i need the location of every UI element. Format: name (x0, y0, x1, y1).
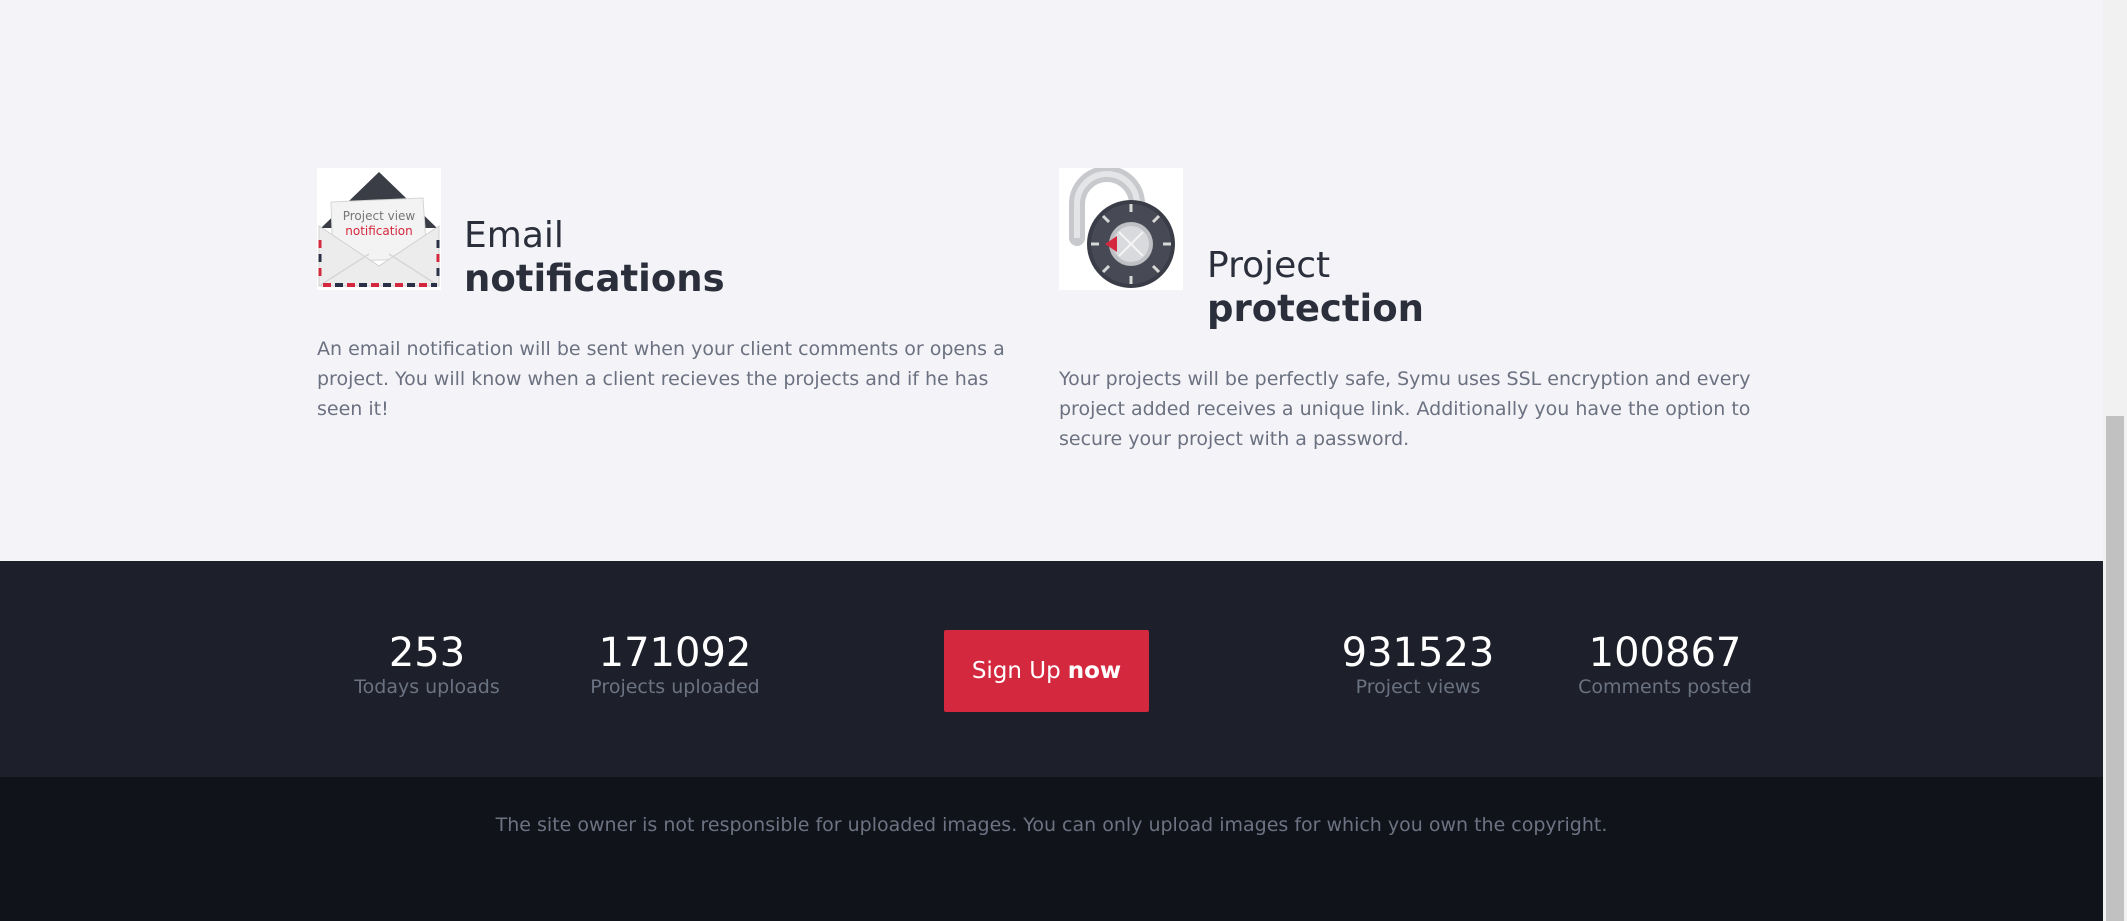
stat-label: Projects uploaded (590, 676, 760, 698)
stat-value: 253 (388, 630, 466, 676)
sign-up-button[interactable]: Sign Up now (944, 630, 1149, 712)
sign-up-label: Sign Up (971, 658, 1061, 684)
stat-label: Comments posted (1578, 676, 1752, 698)
feature-title-bold: notifications (464, 257, 725, 300)
vertical-scrollbar[interactable] (2103, 0, 2127, 921)
stat-label: Todays uploads (354, 676, 500, 698)
icon-caption-line1: Project view (343, 209, 416, 223)
combination-lock-icon (1059, 166, 1183, 290)
envelope-notification-icon: Project view notification (317, 168, 441, 290)
stat-value: 100867 (1588, 630, 1742, 676)
feature-title-light: Project (1207, 245, 1331, 286)
stat-value: 931523 (1341, 630, 1495, 676)
feature-description: Your projects will be perfectly safe, Sy… (1059, 368, 1751, 450)
feature-title: Email notifications (464, 215, 725, 300)
stat-comments-posted: 100867 Comments posted (1578, 631, 1752, 699)
feature-description: An email notification will be sent when … (317, 338, 1005, 420)
features-section: Project view notification Email notifica… (0, 0, 2103, 561)
stats-band: 253 Todays uploads 171092 Projects uploa… (0, 561, 2103, 777)
footer-disclaimer: The site owner is not responsible for up… (495, 814, 1608, 836)
feature-title-light: Email (464, 215, 564, 256)
icon-caption-line2: notification (345, 224, 412, 238)
feature-title-bold: protection (1207, 287, 1424, 330)
stat-label: Project views (1355, 676, 1481, 698)
stat-projects-uploaded: 171092 Projects uploaded (590, 631, 759, 699)
page: Project view notification Email notifica… (0, 0, 2103, 921)
stat-todays-uploads: 253 Todays uploads (354, 631, 500, 699)
sign-up-label-bold: now (1067, 658, 1122, 684)
scrollbar-thumb[interactable] (2106, 416, 2124, 921)
stat-value: 171092 (598, 630, 752, 676)
stat-project-views: 931523 Project views (1342, 631, 1495, 699)
footer: The site owner is not responsible for up… (0, 777, 2103, 921)
feature-title: Project protection (1207, 245, 1424, 330)
